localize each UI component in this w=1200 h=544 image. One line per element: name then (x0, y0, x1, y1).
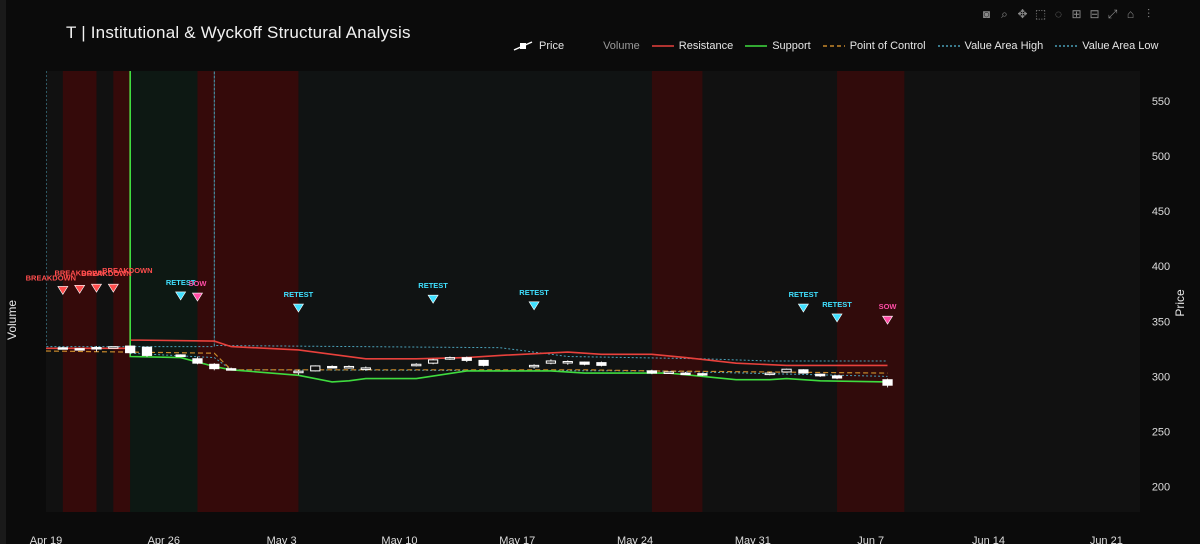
plot-area[interactable]: 200 250 300 350 400 450 500 550 Apr 19 Apr 26 May … (0, 0, 1200, 544)
regime-region (130, 71, 198, 512)
candle-body (74, 348, 85, 351)
candle (141, 346, 153, 358)
candle-body (646, 370, 658, 374)
candle (663, 371, 674, 374)
candle-body (175, 354, 186, 358)
candle (478, 359, 489, 367)
candle-body (815, 373, 826, 377)
candle-body (91, 347, 102, 350)
regime-region (651, 71, 703, 512)
candle-body (882, 379, 893, 386)
x-tick-label: May 3 (267, 535, 297, 544)
candle-body (310, 365, 321, 372)
candle-body (360, 367, 371, 370)
candle-body (141, 346, 153, 356)
candle (596, 361, 607, 367)
y-tick-label: 200 (1152, 482, 1170, 494)
candle (125, 345, 136, 355)
annotation-label: RETEST (284, 290, 314, 299)
regime-region (113, 71, 131, 512)
candle-body (781, 368, 792, 373)
y-tick-label: 250 (1152, 427, 1170, 439)
y-tick-label: 550 (1152, 96, 1170, 108)
y-tick-label: 400 (1152, 261, 1170, 273)
candle-body (831, 375, 843, 379)
x-tick-label: May 17 (499, 535, 535, 544)
candle (108, 346, 119, 349)
annotation-label: RETEST (418, 281, 448, 290)
candle (781, 368, 792, 373)
y-tick-label: 300 (1152, 371, 1170, 383)
regime-region (837, 71, 905, 512)
candle-body (125, 345, 136, 354)
candle-body (545, 360, 557, 364)
regime-region (298, 71, 652, 512)
candle (57, 347, 68, 350)
candle-body (663, 371, 674, 374)
candle (697, 373, 708, 376)
candle (427, 358, 439, 365)
candle (798, 369, 809, 374)
chart-frame: T | Institutional & Wyckoff Structural A… (0, 0, 1200, 544)
annotation-label: RETEST (519, 288, 549, 297)
y-tick-label: 450 (1152, 206, 1170, 218)
candle-body (108, 346, 119, 349)
candle-body (427, 359, 439, 364)
y-tick-label: 500 (1152, 151, 1170, 163)
candle-body (343, 365, 355, 369)
candle-body (798, 369, 809, 374)
candle-body (562, 361, 573, 364)
x-tick-label: May 10 (381, 535, 417, 544)
candle-body (444, 357, 456, 360)
candle-body (764, 372, 775, 376)
candle (74, 348, 85, 351)
candle-body (411, 363, 422, 367)
x-tick-label: Jun 14 (972, 535, 1005, 544)
annotation-label: RETEST (822, 300, 852, 309)
candle-body (478, 359, 489, 366)
candle (175, 354, 186, 358)
y-axis: 200 250 300 350 400 450 500 550 (1152, 96, 1170, 494)
annotation-label: RETEST (789, 290, 819, 299)
candle-body (596, 362, 607, 366)
candle-body (293, 370, 304, 374)
x-tick-label: May 24 (617, 535, 653, 544)
candle-body (461, 357, 472, 361)
x-axis: Apr 19 Apr 26 May 3 May 10 May 17 May 24 May 3… (30, 535, 1123, 544)
y-tick-label: 350 (1152, 316, 1170, 328)
candle (646, 369, 658, 375)
candle-body (57, 347, 68, 350)
x-tick-label: Apr 19 (30, 535, 62, 544)
candle-body (209, 363, 220, 370)
candle-body (680, 372, 691, 376)
annotation-label: SOW (189, 279, 208, 288)
annotation-label: SOW (879, 302, 898, 311)
candle-body (226, 368, 237, 371)
candle-body (326, 365, 338, 369)
candle-body (579, 361, 590, 365)
x-tick-label: Jun 21 (1090, 535, 1123, 544)
x-tick-label: Jun 7 (857, 535, 884, 544)
candle (310, 365, 321, 372)
x-tick-label: May 31 (735, 535, 771, 544)
x-tick-label: Apr 26 (148, 535, 180, 544)
candle-body (697, 373, 708, 376)
candle-body (528, 364, 540, 368)
annotation-label: BREAKDOWN (102, 266, 152, 275)
candle-body (192, 358, 203, 364)
